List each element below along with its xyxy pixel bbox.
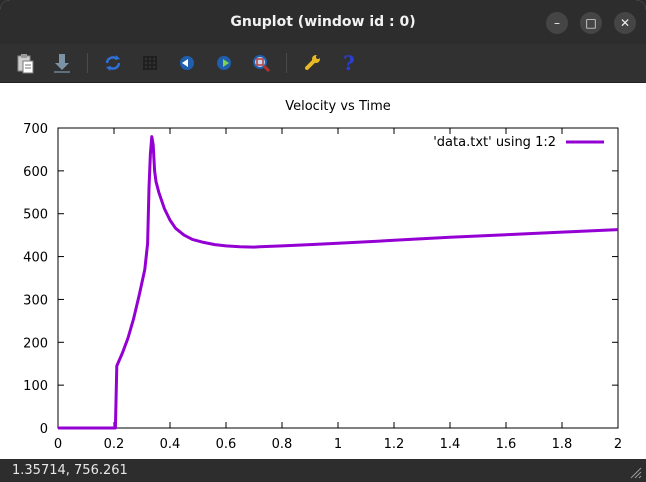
- plot-area[interactable]: Velocity vs Time 0 0.2 0.4 0.6 0.8 1 1.2 1.4 1.6 1…: [0, 83, 646, 459]
- copy-to-clipboard-button[interactable]: [13, 51, 37, 75]
- export-button[interactable]: [50, 51, 74, 75]
- y-tick-label: 200: [23, 336, 48, 351]
- cursor-coordinates: 1.35714, 756.261: [12, 463, 128, 478]
- chart-title: Velocity vs Time: [285, 99, 391, 114]
- toolbar-separator: [286, 53, 287, 73]
- y-tick-label: 300: [23, 293, 48, 308]
- x-tick-label: 0.6: [216, 437, 237, 452]
- x-tick-label: 0.8: [272, 437, 293, 452]
- grid-icon: [143, 56, 157, 70]
- x-tick-label: 1.2: [384, 437, 405, 452]
- previous-zoom-button[interactable]: [175, 51, 199, 75]
- x-tick-label: 0.4: [160, 437, 181, 452]
- x-tick-label: 1.6: [496, 437, 517, 452]
- wrench-icon: [305, 55, 320, 70]
- x-tick-label: 1.4: [440, 437, 461, 452]
- toolbar-separator: [87, 53, 88, 73]
- y-tick-label: 100: [23, 379, 48, 394]
- clipboard-icon: [17, 54, 34, 74]
- y-tick-label: 400: [23, 251, 48, 266]
- y-tick-label: 600: [23, 165, 48, 180]
- resize-grip-icon[interactable]: [628, 465, 642, 479]
- y-tick-label: 700: [23, 122, 48, 137]
- x-tick-label: 0: [54, 437, 62, 452]
- x-tick-label: 1.8: [552, 437, 573, 452]
- status-bar: 1.35714, 756.261: [0, 459, 646, 482]
- title-bar[interactable]: Gnuplot (window id : 0) – □ ✕: [0, 0, 646, 44]
- x-tick-label: 1: [334, 437, 342, 452]
- settings-button[interactable]: [300, 51, 324, 75]
- close-button[interactable]: ✕: [614, 12, 636, 34]
- toolbar: ?: [0, 44, 646, 83]
- zoom-forward-icon: [217, 56, 231, 70]
- minimize-button[interactable]: –: [546, 12, 568, 34]
- series-line: [58, 135, 619, 430]
- x-tick-label: 2: [614, 437, 622, 452]
- download-icon: [54, 54, 70, 73]
- grid-button[interactable]: [138, 51, 162, 75]
- help-icon: ?: [343, 51, 355, 75]
- autoscale-icon: [253, 55, 271, 73]
- maximize-button[interactable]: □: [580, 12, 602, 34]
- autoscale-button[interactable]: [249, 51, 273, 75]
- replot-button[interactable]: [101, 51, 125, 75]
- y-tick-label: 500: [23, 208, 48, 223]
- zoom-back-icon: [180, 56, 194, 70]
- replot-icon: [105, 55, 121, 71]
- next-zoom-button[interactable]: [212, 51, 236, 75]
- velocity-chart: Velocity vs Time 0 0.2 0.4 0.6 0.8 1 1.2 1.4 1.6 1…: [23, 99, 622, 452]
- x-tick-label: 0.2: [104, 437, 125, 452]
- gnuplot-window: Gnuplot (window id : 0) – □ ✕ ? Velocity…: [0, 0, 646, 482]
- y-tick-label: 0: [40, 422, 48, 437]
- legend-label: 'data.txt' using 1:2: [433, 135, 556, 150]
- help-button[interactable]: ?: [337, 51, 361, 75]
